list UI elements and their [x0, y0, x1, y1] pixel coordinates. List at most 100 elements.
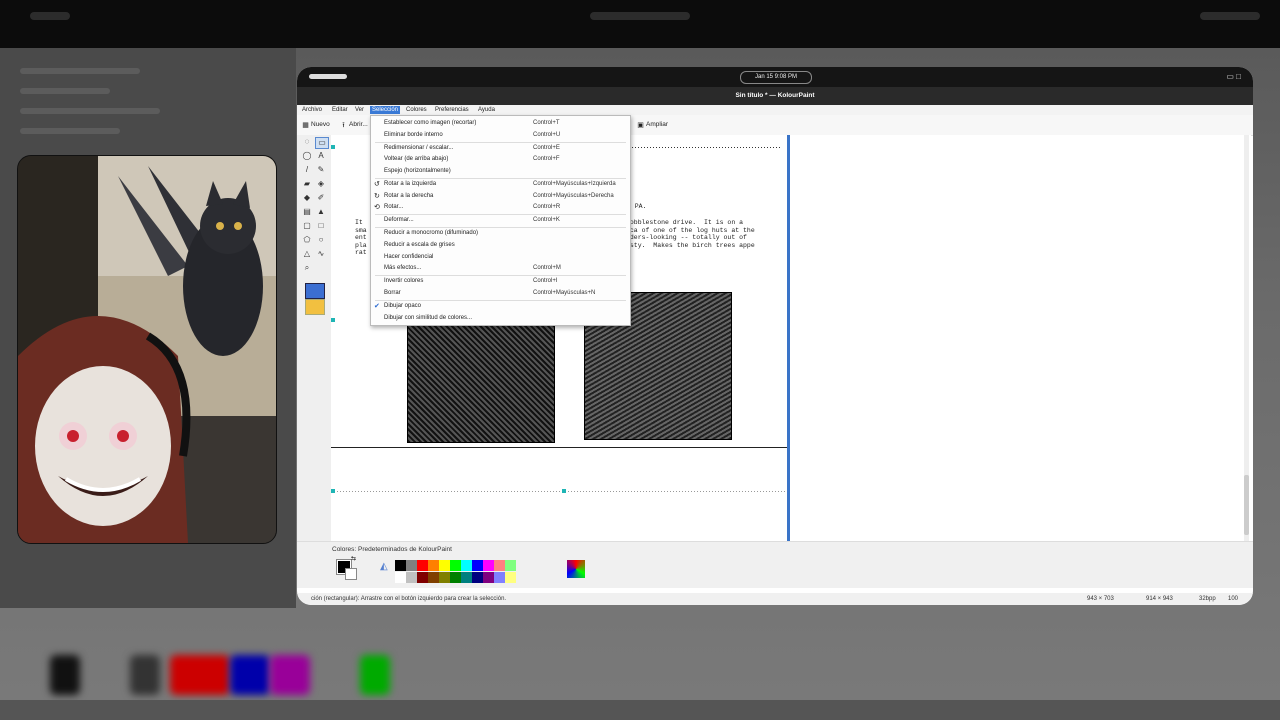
background-color[interactable] [345, 568, 357, 580]
menu-editar[interactable]: Editar [330, 106, 350, 114]
eraser-icon[interactable]: ▰ [301, 179, 313, 189]
selection-menu-item[interactable]: Voltear (de arriba abajo) Control+F [371, 154, 630, 165]
selection-menu-item[interactable]: ✔ Dibujar opaco [371, 301, 630, 312]
selection-menu-item[interactable]: Redimensionar / escalar... Control+E [371, 143, 630, 154]
selection-menu-item[interactable]: ↻ Rotar a la derecha Control+Mayúsculas+De… [371, 191, 630, 202]
palette-swatch[interactable] [505, 560, 516, 571]
zoom-button-label: Ampliar [646, 121, 669, 128]
menu-ver[interactable]: Ver [353, 106, 366, 114]
polyline-icon[interactable]: △ [301, 249, 313, 259]
clock[interactable]: Jan 15 9:08 PM [740, 71, 812, 84]
minimize-icon[interactable]: ▭ [1226, 72, 1234, 81]
palette-swatch[interactable] [483, 572, 494, 583]
menu-item-shortcut: Control+M [533, 265, 561, 272]
ellipse-icon[interactable]: ○ [315, 235, 327, 245]
palette-swatch[interactable] [395, 560, 406, 571]
menu-colores[interactable]: Colores [404, 106, 429, 114]
status-hint: ción (rectangular): Arrastre con el botó… [311, 596, 507, 602]
selection-menu-item[interactable]: Hacer confidencial [371, 252, 630, 263]
resize-handle[interactable] [331, 318, 335, 322]
menubar: Archivo Editar Ver Selección Colores Pre… [297, 105, 1253, 115]
new-document-icon: ▦ [302, 121, 309, 129]
palette-swatch[interactable] [494, 560, 505, 571]
selection-menu-item[interactable]: Reducir a escala de grises [371, 240, 630, 251]
rectangle-icon[interactable]: □ [315, 221, 327, 231]
selection-menu-item[interactable]: Establecer como imagen (recortar) Control… [371, 118, 630, 129]
menu-archivo[interactable]: Archivo [300, 106, 324, 114]
palette-swatch[interactable] [472, 572, 483, 583]
airbrush-icon[interactable]: ▤ [301, 207, 313, 217]
selection-menu-item[interactable]: Más efectos... Control+M [371, 263, 630, 274]
palette-swatch[interactable] [439, 560, 450, 571]
vertical-scrollbar[interactable] [1244, 135, 1249, 541]
open-button[interactable]: ⭱ Abrir... [340, 120, 368, 130]
menu-item-shortcut: Control+F [533, 156, 560, 163]
selection-menu-item[interactable]: Reducir a monocromo (difuminado) [371, 228, 630, 239]
palette-swatch[interactable] [450, 572, 461, 583]
selection-menu-item[interactable]: Dibujar con similitud de colores... [371, 313, 630, 324]
menu-preferencias[interactable]: Preferencias [433, 106, 471, 114]
pen-tool-icon[interactable]: ✎ [315, 165, 327, 175]
menu-ayuda[interactable]: Ayuda [476, 106, 497, 114]
color-cube-icon [567, 560, 585, 578]
text-tool-icon[interactable]: A [315, 151, 327, 161]
zoom-button[interactable]: ▣ Ampliar [637, 120, 668, 130]
palette-swatch[interactable] [406, 572, 417, 583]
menu-item-label: Eliminar borde interno [384, 131, 443, 138]
close-icon[interactable]: □ [1236, 72, 1241, 81]
brush-icon[interactable]: ✐ [315, 193, 327, 203]
color-eraser-icon[interactable]: ▲ [315, 207, 327, 217]
selection-menu-item[interactable]: Deformar... Control+K [371, 215, 630, 226]
selection-menu-item[interactable]: Invertir colores Control+I [371, 276, 630, 287]
resize-handle[interactable] [562, 489, 566, 493]
palette-swatch[interactable] [428, 572, 439, 583]
rounded-rect-icon[interactable]: ▢ [301, 221, 313, 231]
palette-swatch[interactable] [417, 560, 428, 571]
webcam-overlay [17, 155, 277, 544]
curve-icon[interactable]: ∿ [315, 249, 327, 259]
new-button-label: Nuevo [311, 121, 330, 128]
palette-swatch[interactable] [483, 560, 494, 571]
selection-border [331, 491, 787, 492]
zoom-tool-icon[interactable]: ⌕ [301, 263, 313, 273]
palette-swatch[interactable] [461, 572, 472, 583]
resize-handle[interactable] [331, 489, 335, 493]
selection-menu-item[interactable]: ↺ Rotar a la izquierda Control+Mayúsculas+… [371, 179, 630, 190]
rect-select-icon[interactable]: ▭ [315, 137, 329, 149]
status-bar: ción (rectangular): Arrastre con el botó… [297, 593, 1253, 605]
selection-menu-item[interactable]: Eliminar borde interno Control+U [371, 130, 630, 141]
palette-swatch[interactable] [439, 572, 450, 583]
selection-menu-item[interactable]: Borrar Control+Mayúsculas+N [371, 288, 630, 299]
color-picker-icon[interactable]: ◆ [301, 193, 313, 203]
background-bottom-bar [0, 700, 1280, 720]
palette-swatch[interactable] [428, 560, 439, 571]
doc-text-right: cobblestone drive. It is on a ica of one… [626, 219, 755, 249]
palette-swatch[interactable] [417, 572, 428, 583]
opaque-mode-icon[interactable] [305, 283, 325, 299]
polygon-icon[interactable]: ⬠ [301, 235, 313, 245]
lasso-select-icon[interactable]: ◌ [301, 137, 313, 147]
activities-indicator[interactable] [309, 74, 347, 79]
palette-swatch[interactable] [472, 560, 483, 571]
palette-swatch[interactable] [461, 560, 472, 571]
menu-item-label: Dibujar con similitud de colores... [384, 314, 473, 321]
palette-swatch[interactable] [395, 572, 406, 583]
palette-swatch[interactable] [494, 572, 505, 583]
menu-seleccion[interactable]: Selección [370, 106, 401, 114]
selection-menu: Establecer como imagen (recortar) Control… [370, 115, 631, 326]
selection-menu-item[interactable]: Espejo (horizontalmente) [371, 166, 630, 177]
transparent-mode-icon[interactable] [305, 299, 325, 315]
doc-text-left: It sma ent pla rat [355, 219, 367, 256]
resize-handle[interactable] [331, 145, 335, 149]
palette-swatch[interactable] [406, 560, 417, 571]
selection-menu-item[interactable]: ⟲ Rotar... Control+R [371, 202, 630, 213]
ellipse-select-icon[interactable]: ◯ [301, 151, 313, 161]
palette-swatch[interactable] [505, 572, 516, 583]
menu-item-label: Invertir colores [384, 278, 424, 285]
new-button[interactable]: ▦ Nuevo [302, 120, 330, 130]
palette-swatch[interactable] [450, 560, 461, 571]
line-tool-icon[interactable]: / [301, 165, 313, 175]
swap-colors-icon[interactable]: ⇆ [351, 556, 357, 562]
color-similarity-icon[interactable]: ◭ [380, 562, 390, 572]
flood-fill-icon[interactable]: ◈ [315, 179, 327, 189]
